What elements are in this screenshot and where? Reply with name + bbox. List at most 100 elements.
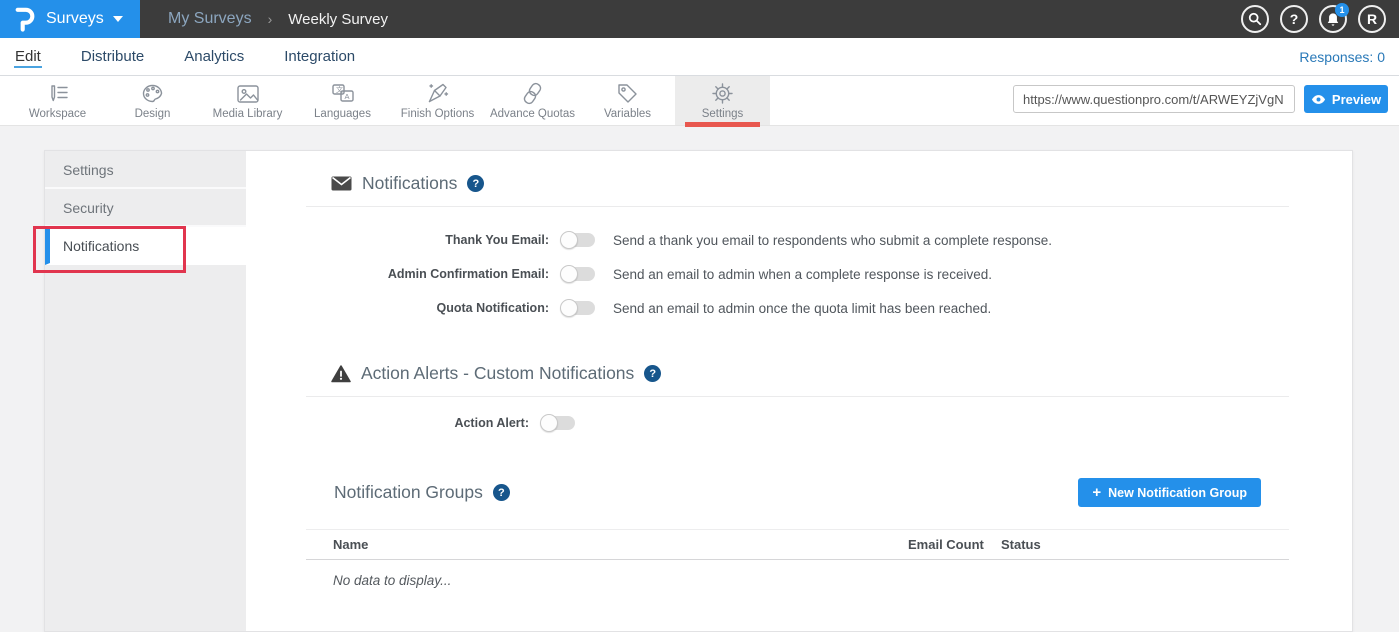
variables-icon: [616, 82, 639, 106]
toggle-label: Action Alert:: [306, 416, 529, 430]
preview-button-label: Preview: [1332, 92, 1381, 107]
topbar-actions: ? 1 R: [1241, 5, 1399, 33]
toolbar-item-label: Design: [135, 108, 171, 120]
tab-distribute[interactable]: Distribute: [80, 39, 145, 74]
top-bar: Surveys My Surveys › Weekly Survey ?: [0, 0, 1399, 38]
quota-notification-row: Quota Notification: Send an email to adm…: [306, 291, 1289, 325]
avatar-initial: R: [1367, 11, 1377, 27]
section-divider: [306, 396, 1289, 397]
chevron-down-icon: [113, 16, 123, 22]
column-header-email-count: Email Count: [908, 537, 1001, 552]
module-tab-bar: Edit Distribute Analytics Integration Re…: [0, 38, 1399, 76]
section-title: Notifications: [362, 173, 457, 194]
thank-you-email-toggle[interactable]: [562, 233, 595, 247]
action-alerts-section-header: Action Alerts - Custom Notifications ?: [306, 363, 1289, 384]
settings-sidebar: Settings Security Notifications: [45, 151, 246, 631]
section-title: Action Alerts - Custom Notifications: [361, 363, 634, 384]
responses-count[interactable]: Responses: 0: [1299, 49, 1385, 65]
empty-table-message: No data to display...: [306, 573, 1289, 588]
toggle-label: Thank You Email:: [306, 233, 549, 247]
notifications-section-header: Notifications ?: [306, 173, 1289, 194]
notifications-content: Notifications ? Thank You Email: Send a …: [306, 151, 1289, 588]
help-icon[interactable]: ?: [644, 365, 661, 382]
product-switcher[interactable]: Surveys: [0, 0, 140, 38]
advance-quotas-icon: [521, 82, 544, 106]
brand-label: Surveys: [46, 10, 104, 28]
help-icon[interactable]: ?: [493, 484, 510, 501]
notification-badge: 1: [1335, 3, 1349, 17]
toolbar-item-settings[interactable]: Settings: [675, 76, 770, 125]
toolbar-item-label: Settings: [702, 108, 744, 120]
toggle-description: Send an email to admin once the quota li…: [613, 301, 991, 316]
svg-text:A: A: [344, 92, 349, 101]
toolbar-item-advance-quotas[interactable]: Advance Quotas: [485, 76, 580, 125]
groups-table-header: Name Email Count Status: [306, 529, 1289, 560]
envelope-icon: [331, 176, 352, 191]
column-header-status: Status: [1001, 537, 1289, 552]
toolbar-item-media-library[interactable]: Media Library: [200, 76, 295, 125]
app-window: Surveys My Surveys › Weekly Survey ?: [0, 0, 1399, 626]
eye-icon: [1311, 94, 1326, 105]
quota-notification-toggle[interactable]: [562, 301, 595, 315]
sidebar-item-notifications[interactable]: Notifications: [45, 227, 246, 265]
plus-icon: +: [1092, 485, 1101, 500]
action-alert-toggle[interactable]: [542, 416, 575, 430]
action-alert-rows: Action Alert:: [306, 406, 1289, 440]
tab-analytics[interactable]: Analytics: [183, 39, 245, 74]
settings-icon: [711, 82, 734, 106]
main-area: Settings Security Notifications Notifica…: [0, 127, 1399, 626]
sidebar-item-security[interactable]: Security: [45, 189, 246, 227]
toolbar-item-label: Media Library: [213, 108, 283, 120]
toggle-knob: [540, 414, 558, 432]
admin-confirmation-email-row: Admin Confirmation Email: Send an email …: [306, 257, 1289, 291]
toolbar-item-label: Advance Quotas: [490, 108, 575, 120]
breadcrumb-parent[interactable]: My Surveys: [168, 10, 252, 28]
notification-groups-section-header: Notification Groups ? + New Notification…: [306, 478, 1289, 507]
toolbar-item-workspace[interactable]: Workspace: [10, 76, 105, 125]
tab-edit[interactable]: Edit: [14, 39, 42, 74]
new-notification-group-button[interactable]: + New Notification Group: [1078, 478, 1261, 507]
sidebar-item-settings[interactable]: Settings: [45, 151, 246, 189]
questionpro-logo-icon: [14, 6, 36, 32]
toolbar-item-finish-options[interactable]: Finish Options: [390, 76, 485, 125]
help-icon[interactable]: ?: [467, 175, 484, 192]
section-divider: [306, 206, 1289, 207]
new-group-button-label: New Notification Group: [1108, 486, 1247, 500]
toggle-knob: [560, 299, 578, 317]
media-library-icon: [236, 82, 260, 106]
notifications-button[interactable]: 1: [1319, 5, 1347, 33]
svg-text:文: 文: [336, 85, 343, 94]
section-title: Notification Groups: [334, 482, 483, 503]
breadcrumb-current: Weekly Survey: [288, 11, 388, 28]
breadcrumb-separator: ›: [268, 11, 273, 27]
warning-icon: [331, 365, 351, 383]
action-alert-row: Action Alert:: [306, 406, 1289, 440]
admin-confirmation-email-toggle[interactable]: [562, 267, 595, 281]
tab-integration[interactable]: Integration: [283, 39, 356, 74]
toggle-description: Send an email to admin when a complete r…: [613, 267, 992, 282]
toggle-description: Send a thank you email to respondents wh…: [613, 233, 1052, 248]
toolbar-item-languages[interactable]: 文 A Languages: [295, 76, 390, 125]
thank-you-email-row: Thank You Email: Send a thank you email …: [306, 223, 1289, 257]
toolbar-item-label: Finish Options: [401, 108, 475, 120]
toolbar-item-design[interactable]: Design: [105, 76, 200, 125]
toolbar-item-label: Variables: [604, 108, 651, 120]
preview-button[interactable]: Preview: [1304, 85, 1388, 113]
finish-options-icon: [426, 82, 449, 106]
account-avatar[interactable]: R: [1358, 5, 1386, 33]
survey-url-input[interactable]: [1013, 85, 1295, 113]
toggle-knob: [560, 265, 578, 283]
toolbar-item-variables[interactable]: Variables: [580, 76, 675, 125]
toolbar-item-label: Languages: [314, 108, 371, 120]
toggle-knob: [560, 231, 578, 249]
question-mark-icon: ?: [1290, 11, 1299, 27]
help-button[interactable]: ?: [1280, 5, 1308, 33]
toggle-label: Quota Notification:: [306, 301, 549, 315]
design-icon: [141, 82, 164, 106]
search-icon: [1248, 12, 1262, 26]
toolbar-item-label: Workspace: [29, 108, 86, 120]
search-button[interactable]: [1241, 5, 1269, 33]
toggle-label: Admin Confirmation Email:: [306, 267, 549, 281]
settings-panel: Settings Security Notifications Notifica…: [44, 150, 1353, 632]
breadcrumb: My Surveys › Weekly Survey: [168, 10, 388, 28]
